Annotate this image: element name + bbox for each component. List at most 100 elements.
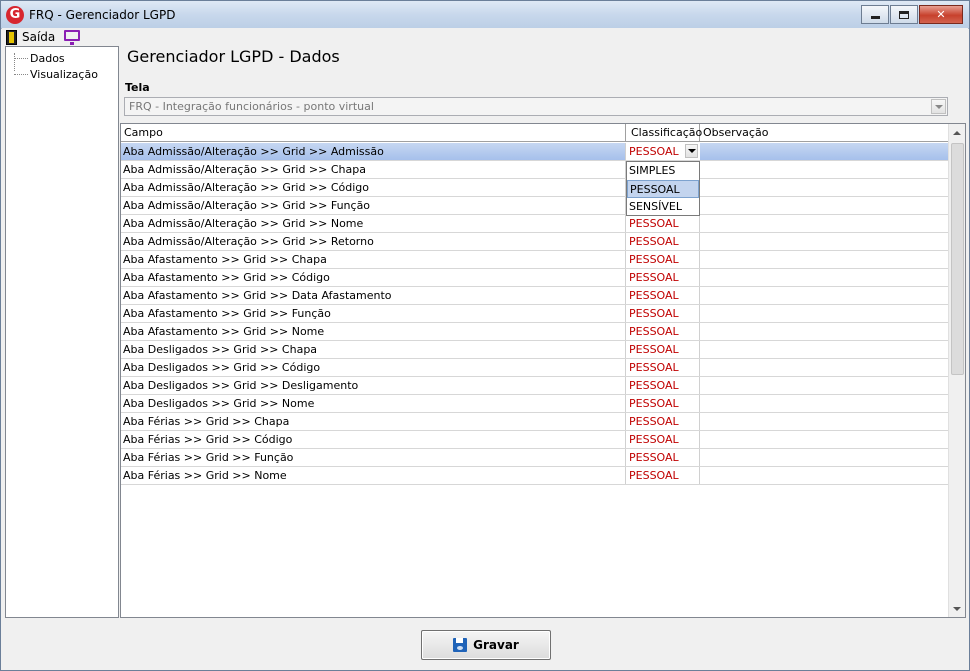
page-title: Gerenciador LGPD - Dados xyxy=(127,47,340,66)
cell-classificacao[interactable]: PESSOAL xyxy=(626,287,700,304)
table-row[interactable]: Aba Admissão/Alteração >> Grid >> Chapa xyxy=(121,161,949,179)
cell-observacao[interactable] xyxy=(700,359,949,376)
cell-observacao[interactable] xyxy=(700,341,949,358)
tree-item-visualizacao[interactable]: Visualização xyxy=(6,67,98,81)
cell-campo: Aba Admissão/Alteração >> Grid >> Função xyxy=(121,197,626,214)
table-row[interactable]: Aba Afastamento >> Grid >> Chapa PESSOAL xyxy=(121,251,949,269)
chevron-down-icon[interactable] xyxy=(931,99,946,114)
table-row[interactable]: Aba Afastamento >> Grid >> Nome PESSOAL xyxy=(121,323,949,341)
cell-observacao[interactable] xyxy=(700,395,949,412)
vertical-scrollbar[interactable] xyxy=(948,124,965,617)
cell-classificacao[interactable]: PESSOAL xyxy=(626,341,700,358)
cell-observacao[interactable] xyxy=(700,143,949,160)
app-logo-icon: G xyxy=(6,6,24,24)
table-row[interactable]: Aba Admissão/Alteração >> Grid >> Código xyxy=(121,179,949,197)
cell-classificacao[interactable]: PESSOAL xyxy=(626,395,700,412)
cell-classificacao[interactable]: PESSOAL xyxy=(626,431,700,448)
menu-exit-label: Saída xyxy=(22,30,56,44)
dropdown-option-pessoal[interactable]: PESSOAL xyxy=(627,180,699,198)
column-header-observacao[interactable]: Observação xyxy=(700,124,949,142)
chevron-down-icon[interactable] xyxy=(685,144,698,158)
tela-select[interactable]: FRQ - Integração funcionários - ponto vi… xyxy=(124,97,948,116)
cell-observacao[interactable] xyxy=(700,449,949,466)
cell-campo: Aba Férias >> Grid >> Nome xyxy=(121,467,626,484)
table-row[interactable]: Aba Férias >> Grid >> Nome PESSOAL xyxy=(121,467,949,485)
cell-observacao[interactable] xyxy=(700,377,949,394)
table-row[interactable]: Aba Férias >> Grid >> Chapa PESSOAL xyxy=(121,413,949,431)
cell-campo: Aba Desligados >> Grid >> Código xyxy=(121,359,626,376)
table-row[interactable]: Aba Admissão/Alteração >> Grid >> Retorn… xyxy=(121,233,949,251)
cell-campo: Aba Desligados >> Grid >> Chapa xyxy=(121,341,626,358)
cell-classificacao[interactable]: PESSOAL xyxy=(626,449,700,466)
cell-classificacao[interactable]: PESSOAL xyxy=(626,269,700,286)
menu-bar: Saída xyxy=(2,28,968,46)
cell-classificacao[interactable]: PESSOAL xyxy=(626,233,700,250)
menu-exit[interactable]: Saída xyxy=(6,28,55,46)
cell-campo: Aba Admissão/Alteração >> Grid >> Admiss… xyxy=(121,143,626,160)
cell-classificacao[interactable]: PESSOAL xyxy=(626,467,700,484)
cell-observacao[interactable] xyxy=(700,323,949,340)
table-row[interactable]: Aba Férias >> Grid >> Função PESSOAL xyxy=(121,449,949,467)
cell-classificacao[interactable]: PESSOAL xyxy=(626,323,700,340)
floppy-disk-icon xyxy=(453,638,468,652)
cell-classificacao[interactable]: PESSOAL xyxy=(626,251,700,268)
cell-observacao[interactable] xyxy=(700,215,949,232)
door-exit-icon xyxy=(6,29,17,45)
navigation-tree: Dados Visualização xyxy=(5,46,119,618)
column-header-campo[interactable]: Campo xyxy=(121,124,626,142)
classification-select-editor[interactable]: PESSOAL xyxy=(626,143,700,160)
cell-campo: Aba Desligados >> Grid >> Nome xyxy=(121,395,626,412)
cell-observacao[interactable] xyxy=(700,467,949,484)
cell-observacao[interactable] xyxy=(700,179,949,196)
cell-campo: Aba Férias >> Grid >> Chapa xyxy=(121,413,626,430)
app-window: G FRQ - Gerenciador LGPD ✕ Saída Dados V… xyxy=(0,0,970,671)
cell-classificacao[interactable]: PESSOAL xyxy=(626,413,700,430)
table-row[interactable]: Aba Admissão/Alteração >> Grid >> Admiss… xyxy=(121,143,949,161)
tree-item-label: Visualização xyxy=(30,67,98,81)
cell-observacao[interactable] xyxy=(700,161,949,178)
tree-item-dados[interactable]: Dados xyxy=(6,51,65,65)
cell-classificacao[interactable]: PESSOAL xyxy=(626,215,700,232)
cell-classificacao[interactable]: PESSOAL xyxy=(626,359,700,376)
table-row[interactable]: Aba Afastamento >> Grid >> Data Afastame… xyxy=(121,287,949,305)
table-row[interactable]: Aba Desligados >> Grid >> Nome PESSOAL xyxy=(121,395,949,413)
tela-select-value: FRQ - Integração funcionários - ponto vi… xyxy=(129,100,374,113)
table-row[interactable]: Aba Desligados >> Grid >> Chapa PESSOAL xyxy=(121,341,949,359)
scroll-up-icon[interactable] xyxy=(949,124,965,141)
cell-observacao[interactable] xyxy=(700,233,949,250)
cell-observacao[interactable] xyxy=(700,269,949,286)
maximize-button[interactable] xyxy=(890,5,918,24)
close-button[interactable]: ✕ xyxy=(919,5,963,24)
dropdown-option-sensivel[interactable]: SENSÍVEL xyxy=(627,198,699,216)
table-row[interactable]: Aba Afastamento >> Grid >> Função PESSOAL xyxy=(121,305,949,323)
monitor-icon[interactable] xyxy=(64,30,80,45)
cell-campo: Aba Afastamento >> Grid >> Chapa xyxy=(121,251,626,268)
table-row[interactable]: Aba Afastamento >> Grid >> Código PESSOAL xyxy=(121,269,949,287)
dropdown-option-simples[interactable]: SIMPLES xyxy=(627,162,699,180)
table-row[interactable]: Aba Férias >> Grid >> Código PESSOAL xyxy=(121,431,949,449)
cell-observacao[interactable] xyxy=(700,305,949,322)
table-row[interactable]: Aba Admissão/Alteração >> Grid >> Nome PE… xyxy=(121,215,949,233)
table-row[interactable]: Aba Desligados >> Grid >> Desligamento PE… xyxy=(121,377,949,395)
cell-observacao[interactable] xyxy=(700,197,949,214)
table-row[interactable]: Aba Admissão/Alteração >> Grid >> Função xyxy=(121,197,949,215)
tree-item-label: Dados xyxy=(30,51,65,65)
minimize-button[interactable] xyxy=(861,5,889,24)
table-row[interactable]: Aba Desligados >> Grid >> Código PESSOAL xyxy=(121,359,949,377)
cell-observacao[interactable] xyxy=(700,251,949,268)
cell-classificacao[interactable]: PESSOAL xyxy=(626,305,700,322)
grid-header: Campo Classificação Observação xyxy=(121,124,949,142)
cell-observacao[interactable] xyxy=(700,431,949,448)
cell-observacao[interactable] xyxy=(700,413,949,430)
scrollbar-thumb[interactable] xyxy=(951,143,964,375)
save-button-label: Gravar xyxy=(473,638,519,652)
column-header-classificacao[interactable]: Classificação xyxy=(626,124,702,142)
cell-campo: Aba Férias >> Grid >> Função xyxy=(121,449,626,466)
scroll-down-icon[interactable] xyxy=(949,600,965,617)
window-controls: ✕ xyxy=(860,5,963,24)
cell-classificacao[interactable]: PESSOAL xyxy=(626,377,700,394)
save-button[interactable]: Gravar xyxy=(421,630,551,660)
cell-observacao[interactable] xyxy=(700,287,949,304)
cell-campo: Aba Afastamento >> Grid >> Nome xyxy=(121,323,626,340)
minimize-icon xyxy=(870,16,880,19)
